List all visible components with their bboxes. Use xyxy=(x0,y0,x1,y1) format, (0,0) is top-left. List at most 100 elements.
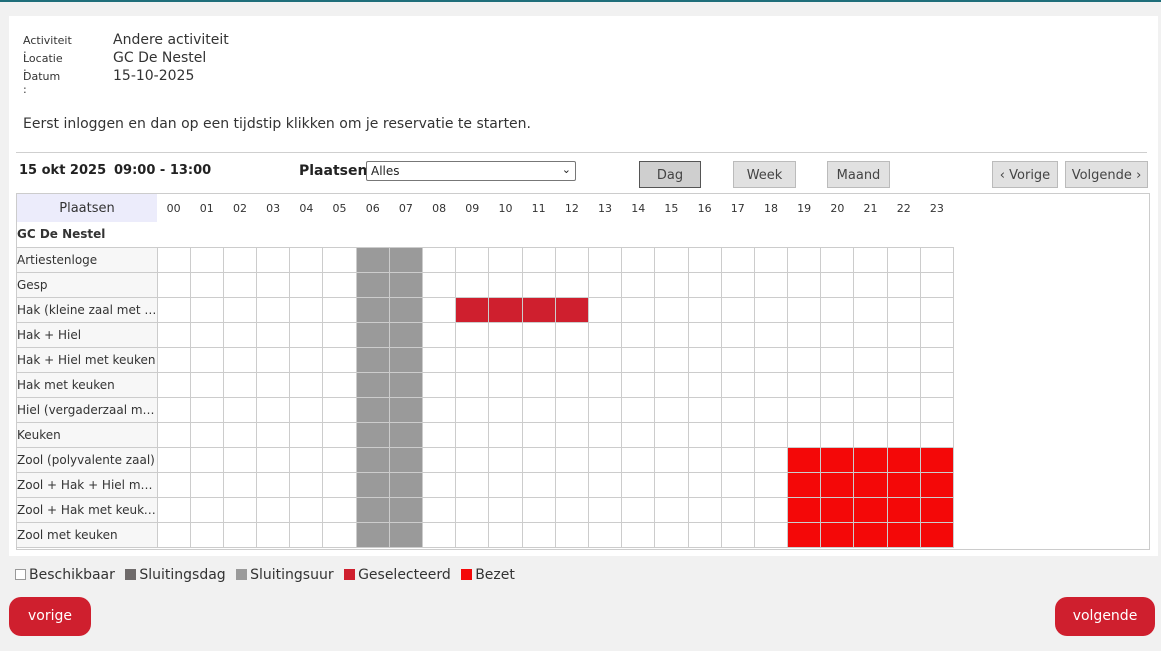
time-slot-cell[interactable] xyxy=(189,471,224,498)
time-slot-cell[interactable] xyxy=(753,521,789,548)
time-slot-cell[interactable] xyxy=(222,271,258,298)
time-slot-cell[interactable] xyxy=(621,321,656,348)
time-slot-cell[interactable] xyxy=(256,521,291,548)
time-slot-cell[interactable] xyxy=(853,371,888,398)
time-slot-cell[interactable] xyxy=(455,246,490,273)
time-slot-cell[interactable] xyxy=(189,296,224,323)
time-slot-cell[interactable] xyxy=(322,521,357,548)
time-slot-cell[interactable] xyxy=(853,321,888,348)
time-slot-cell[interactable] xyxy=(521,346,556,373)
time-slot-cell[interactable] xyxy=(919,396,955,423)
time-slot-cell[interactable] xyxy=(687,421,722,448)
time-slot-cell[interactable] xyxy=(820,396,855,423)
time-slot-cell[interactable] xyxy=(753,346,789,373)
time-slot-cell[interactable] xyxy=(687,246,722,273)
time-slot-cell[interactable] xyxy=(521,471,556,498)
time-slot-cell[interactable] xyxy=(720,471,755,498)
time-slot-cell[interactable] xyxy=(687,471,722,498)
time-slot-cell[interactable] xyxy=(820,271,855,298)
time-slot-cell[interactable] xyxy=(554,496,589,523)
time-slot-cell[interactable] xyxy=(687,321,722,348)
time-slot-cell[interactable] xyxy=(621,396,656,423)
time-slot-cell[interactable] xyxy=(654,271,689,298)
plaatsen-select[interactable]: Alles ⌄ xyxy=(366,161,576,181)
time-slot-cell[interactable] xyxy=(488,321,523,348)
time-slot-cell[interactable] xyxy=(787,371,822,398)
time-slot-cell[interactable] xyxy=(787,271,822,298)
week-button[interactable]: Week xyxy=(733,161,796,188)
time-slot-cell[interactable] xyxy=(753,446,789,473)
time-slot-cell[interactable] xyxy=(886,271,921,298)
time-slot-cell[interactable] xyxy=(587,271,623,298)
time-slot-cell[interactable] xyxy=(687,271,722,298)
time-slot-cell[interactable] xyxy=(886,321,921,348)
time-slot-cell[interactable] xyxy=(222,246,258,273)
time-slot-cell[interactable] xyxy=(521,246,556,273)
time-slot-cell[interactable] xyxy=(886,396,921,423)
time-slot-cell[interactable] xyxy=(189,421,224,448)
time-slot-cell[interactable] xyxy=(554,421,589,448)
time-slot-cell[interactable] xyxy=(621,471,656,498)
time-slot-cell[interactable] xyxy=(256,421,291,448)
time-slot-cell[interactable] xyxy=(222,396,258,423)
time-slot-cell[interactable] xyxy=(322,446,357,473)
volgende-nav-button[interactable]: Volgende › xyxy=(1065,161,1148,188)
time-slot-cell[interactable] xyxy=(853,346,888,373)
time-slot-cell[interactable] xyxy=(621,446,656,473)
time-slot-cell[interactable] xyxy=(156,321,191,348)
time-slot-cell[interactable] xyxy=(289,446,324,473)
time-slot-cell[interactable] xyxy=(521,446,556,473)
time-slot-cell[interactable] xyxy=(919,421,955,448)
time-slot-cell[interactable] xyxy=(654,296,689,323)
time-slot-cell[interactable] xyxy=(256,446,291,473)
time-slot-cell[interactable] xyxy=(455,471,490,498)
time-slot-cell[interactable] xyxy=(886,346,921,373)
time-slot-cell[interactable] xyxy=(256,396,291,423)
time-slot-cell[interactable] xyxy=(189,521,224,548)
time-slot-cell[interactable] xyxy=(720,521,755,548)
time-slot-cell[interactable] xyxy=(256,296,291,323)
time-slot-cell[interactable] xyxy=(521,421,556,448)
time-slot-cell[interactable] xyxy=(687,396,722,423)
time-slot-cell[interactable] xyxy=(222,446,258,473)
time-slot-cell[interactable] xyxy=(587,421,623,448)
time-slot-cell[interactable] xyxy=(787,421,822,448)
time-slot-cell[interactable] xyxy=(521,371,556,398)
time-slot-cell[interactable] xyxy=(753,471,789,498)
time-slot-cell[interactable] xyxy=(720,446,755,473)
time-slot-cell[interactable] xyxy=(488,346,523,373)
time-slot-cell[interactable] xyxy=(820,246,855,273)
time-slot-cell[interactable] xyxy=(322,396,357,423)
time-slot-cell[interactable] xyxy=(156,521,191,548)
time-slot-cell[interactable] xyxy=(289,496,324,523)
time-slot-cell[interactable] xyxy=(720,271,755,298)
time-slot-cell[interactable] xyxy=(687,446,722,473)
time-slot-cell[interactable] xyxy=(554,321,589,348)
time-slot-cell[interactable] xyxy=(421,446,457,473)
time-slot-cell[interactable] xyxy=(820,321,855,348)
time-slot-cell[interactable] xyxy=(753,396,789,423)
time-slot-cell[interactable] xyxy=(289,346,324,373)
time-slot-cell[interactable] xyxy=(554,396,589,423)
time-slot-cell[interactable] xyxy=(222,521,258,548)
time-slot-cell[interactable] xyxy=(886,296,921,323)
time-slot-cell[interactable] xyxy=(587,296,623,323)
time-slot-cell[interactable] xyxy=(621,296,656,323)
time-slot-cell[interactable] xyxy=(654,321,689,348)
time-slot-cell[interactable] xyxy=(156,346,191,373)
time-slot-cell[interactable] xyxy=(787,321,822,348)
time-slot-cell[interactable] xyxy=(222,421,258,448)
time-slot-cell[interactable] xyxy=(787,346,822,373)
time-slot-cell[interactable] xyxy=(455,346,490,373)
time-slot-cell[interactable] xyxy=(587,446,623,473)
time-slot-cell[interactable] xyxy=(421,421,457,448)
time-slot-cell[interactable] xyxy=(488,446,523,473)
time-slot-cell[interactable] xyxy=(289,421,324,448)
time-slot-cell[interactable] xyxy=(587,396,623,423)
time-slot-cell[interactable] xyxy=(720,496,755,523)
time-slot-cell[interactable] xyxy=(189,371,224,398)
time-slot-cell[interactable] xyxy=(820,371,855,398)
time-slot-cell[interactable] xyxy=(820,421,855,448)
time-slot-cell[interactable] xyxy=(421,321,457,348)
time-slot-cell[interactable] xyxy=(554,446,589,473)
